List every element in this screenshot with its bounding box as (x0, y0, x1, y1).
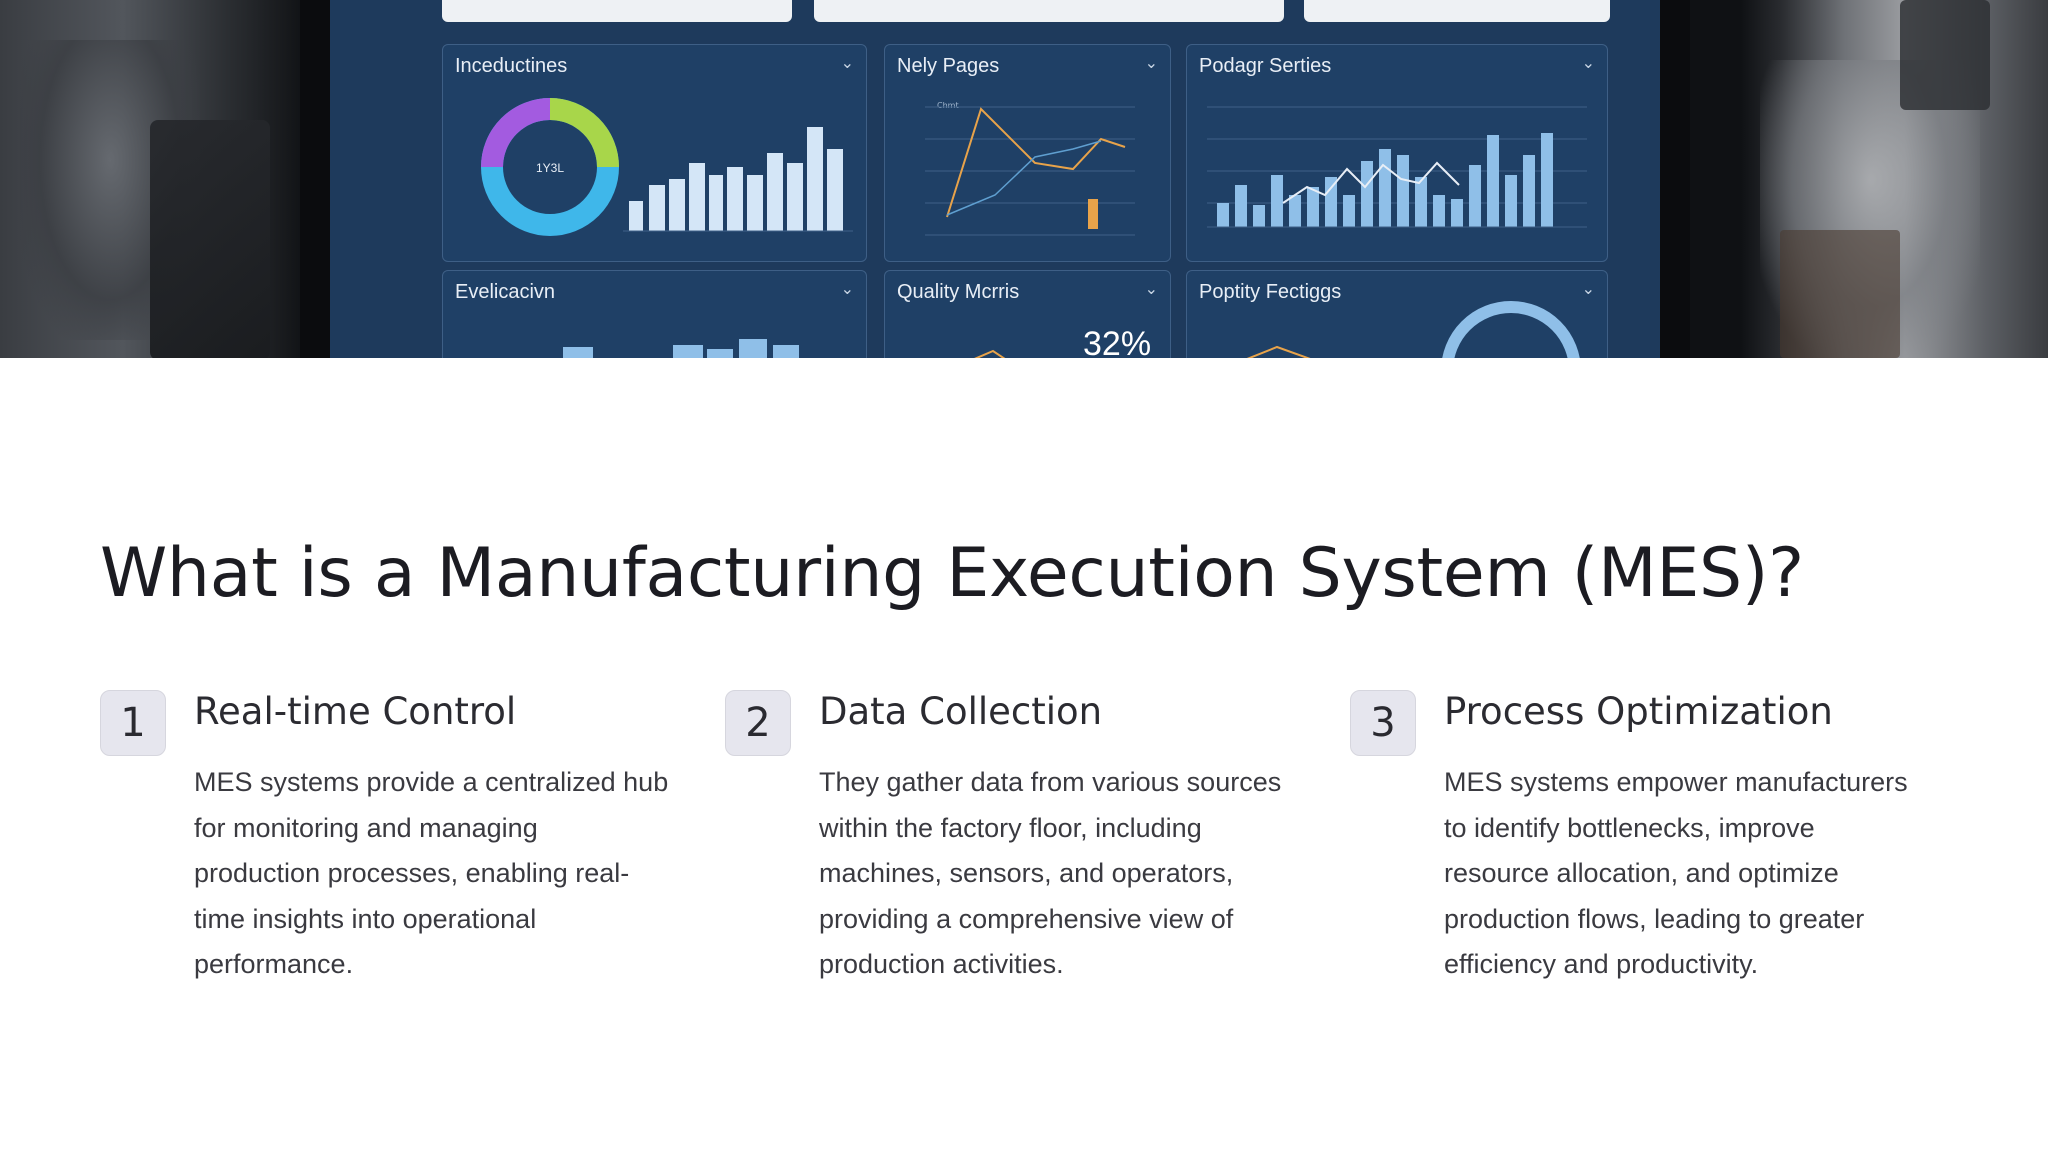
bar (649, 185, 665, 231)
feature-title: Real-time Control (194, 690, 517, 733)
bar (709, 175, 723, 231)
text-line: MES systems empower manufacturers (1444, 767, 1908, 797)
bar (629, 201, 643, 231)
text-line: resource allocation, and optimize (1444, 858, 1839, 888)
top-card-1 (442, 0, 792, 22)
bar (689, 163, 705, 231)
background-machinery-right-top (1900, 0, 1990, 110)
feature-description: MES systems provide a centralized hub fo… (194, 760, 694, 988)
panel-inceductines: Inceductines ⌄ 1Y3L (442, 44, 867, 262)
bar-series (629, 127, 843, 231)
top-card-3 (1304, 0, 1610, 22)
panel-quality-mcrris: Quality Mcrris ⌄ 32% (884, 270, 1171, 358)
bar (807, 127, 823, 231)
feature-title: Data Collection (819, 690, 1103, 733)
text-line: production activities. (819, 949, 1064, 979)
bar-chart (563, 339, 799, 358)
donut-label: 1Y3L (536, 161, 564, 175)
bar (787, 163, 803, 231)
gauge-chart (1246, 301, 1580, 358)
feature-description: MES systems empower manufacturers to ide… (1444, 760, 1944, 988)
feature-description: They gather data from various sources wi… (819, 760, 1319, 988)
text-line: to identify bottlenecks, improve (1444, 812, 1815, 843)
feature-title: Process Optimization (1444, 690, 1833, 733)
text-line: performance. (194, 949, 354, 979)
bar-series (1217, 133, 1553, 227)
text-line: MES systems provide a centralized hub (194, 767, 669, 797)
text-line: They gather data from various sources (819, 767, 1282, 797)
panel-podagr-serties: Podagr Serties ⌄ (1186, 44, 1608, 262)
donut-bar-chart: 1Y3L (481, 98, 853, 236)
text-line: providing a comprehensive view of (819, 903, 1234, 934)
top-card-2 (814, 0, 1284, 22)
step-number-badge: 2 (725, 690, 791, 756)
text-line: production flows, leading to greater (1444, 903, 1865, 934)
page-title: What is a Manufacturing Execution System… (100, 534, 1804, 613)
donut-green (549, 98, 619, 168)
bar-line-chart (1207, 106, 1587, 228)
series-line-orange (946, 107, 1126, 218)
donut-purple (481, 98, 551, 168)
panel-nely-pages: Nely Pages ⌄ Chmt (884, 44, 1171, 262)
hero-image: Inceductines ⌄ 1Y3L Nely Pages ⌄ Chmt Po… (0, 0, 2048, 358)
bar (767, 153, 783, 231)
panel-poptity-fectiggs: Poptity Fectiggs ⌄ (1186, 270, 1608, 358)
bar (727, 167, 743, 231)
bar-orange (1088, 199, 1098, 229)
text-line: machines, sensors, and operators, (819, 858, 1234, 888)
step-number-badge: 3 (1350, 690, 1416, 756)
text-line: time insights into operational (194, 903, 537, 934)
bar (827, 149, 843, 231)
gridlines (925, 106, 1135, 236)
bar-series (563, 339, 799, 358)
dashboard-screen: Inceductines ⌄ 1Y3L Nely Pages ⌄ Chmt Po… (330, 0, 1660, 358)
text-line: production processes, enabling real- (194, 858, 630, 888)
mini-line-chart (974, 349, 1006, 358)
text-line: for monitoring and managing (194, 812, 538, 843)
text-line: efficiency and productivity. (1444, 949, 1759, 979)
panel-evelicacivn: Evelicacivn ⌄ (442, 270, 867, 358)
step-number-badge: 1 (100, 690, 166, 756)
background-machinery-right-bottom (1780, 230, 1900, 358)
background-machinery-left-dark (150, 120, 270, 358)
bar (669, 179, 685, 231)
text-line: within the factory floor, including (819, 812, 1202, 843)
line-chart (925, 106, 1135, 236)
bar (747, 175, 763, 231)
